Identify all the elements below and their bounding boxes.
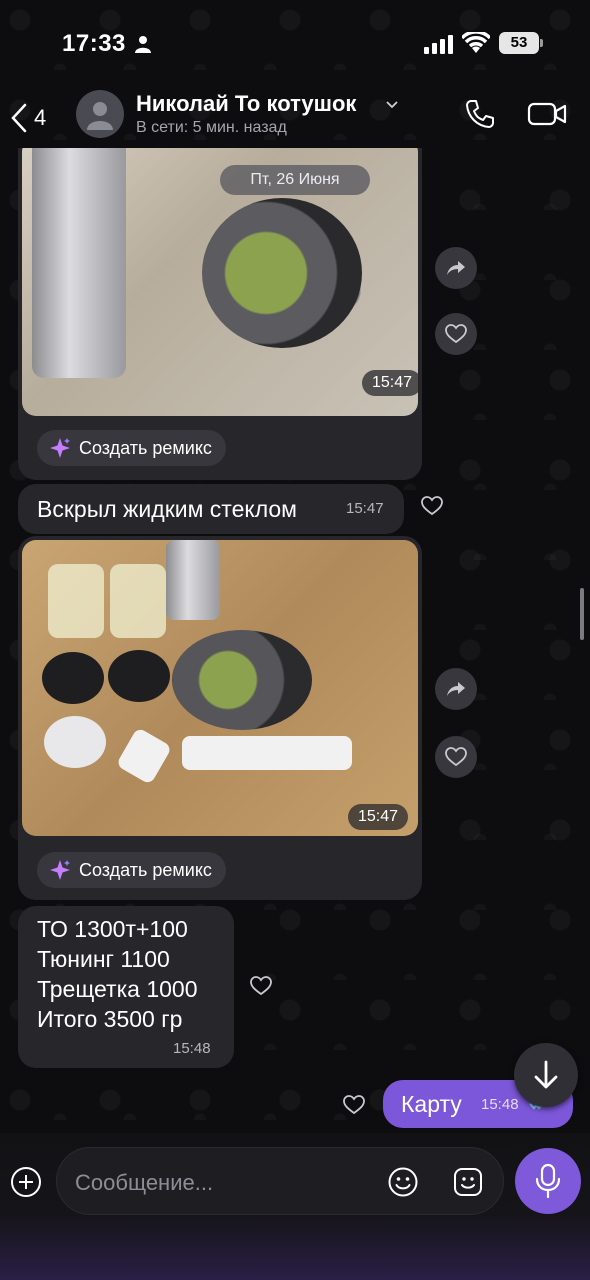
message-text: Вскрыл жидким стеклом — [37, 496, 297, 522]
like-button[interactable] — [334, 1085, 374, 1125]
wifi-icon — [462, 32, 490, 53]
status-bar: 17:33 53 — [0, 0, 590, 88]
contact-presence: В сети: 5 мин. назад — [136, 119, 287, 136]
message-time: 15:47 — [362, 370, 418, 396]
remix-label: Создать ремикс — [79, 437, 212, 458]
oil-bottle-image — [48, 564, 104, 638]
smiley-sticker-button[interactable] — [387, 1166, 419, 1198]
parts-photo[interactable]: 15:47 — [22, 540, 418, 836]
microphone-button[interactable] — [515, 1148, 581, 1214]
like-button[interactable] — [241, 966, 281, 1006]
grease-tube-image — [115, 726, 173, 786]
share-arrow-icon — [447, 682, 465, 696]
status-time: 17:33 — [62, 30, 126, 57]
person-icon — [87, 102, 113, 130]
message-time: 15:48 — [173, 1040, 211, 1057]
phone-call-button[interactable] — [464, 98, 496, 130]
heart-icon — [445, 747, 467, 767]
sparkle-icon — [50, 438, 70, 458]
spray-can-image — [32, 148, 126, 378]
heart-icon — [250, 976, 272, 996]
fishing-reel-image — [202, 198, 362, 348]
like-button[interactable] — [412, 486, 452, 526]
message-time: 15:48 — [481, 1096, 519, 1113]
grease-jar-image — [108, 650, 170, 702]
heart-icon — [343, 1095, 365, 1115]
message-text: Карту — [401, 1091, 462, 1117]
message-input[interactable] — [75, 1170, 375, 1196]
share-arrow-icon — [447, 261, 465, 275]
grease-jar-image — [42, 652, 104, 704]
create-remix-button[interactable]: Создать ремикс — [37, 852, 226, 888]
date-separator: Пт, 26 Июня — [220, 165, 370, 195]
chat-header: 4 Николай То котушок В сети: 5 мин. наза… — [0, 88, 590, 148]
scroll-to-bottom-button[interactable] — [514, 1043, 578, 1107]
forward-button[interactable] — [435, 247, 477, 289]
battery-indicator: 53 — [499, 32, 543, 54]
heart-icon — [445, 324, 467, 344]
text-message[interactable]: ТО 1300т+100 Тюнинг 1100 Трещетка 1000 И… — [18, 906, 234, 1068]
create-remix-button[interactable]: Создать ремикс — [37, 430, 226, 466]
grease-tube-image — [182, 736, 352, 770]
message-field — [56, 1147, 504, 1215]
chevron-down-icon[interactable] — [386, 98, 398, 110]
unread-count: 4 — [34, 105, 47, 130]
microphone-icon — [535, 1163, 561, 1199]
message-composer — [0, 1133, 590, 1280]
message-time: 15:47 — [348, 804, 409, 830]
message-text: ТО 1300т+100 Тюнинг 1100 Трещетка 1000 И… — [37, 916, 198, 1032]
arrow-down-icon — [534, 1060, 558, 1089]
fishing-reel-image — [172, 630, 312, 730]
text-message[interactable]: Вскрыл жидким стеклом 15:47 — [18, 484, 404, 534]
spray-can-image — [166, 540, 220, 620]
video-call-button[interactable] — [527, 98, 567, 130]
cellular-signal-icon — [424, 35, 453, 54]
scroll-indicator[interactable] — [580, 588, 584, 640]
remix-label: Создать ремикс — [79, 859, 212, 880]
heart-icon — [421, 496, 443, 516]
back-button[interactable]: 4 — [10, 98, 60, 138]
like-button[interactable] — [435, 736, 477, 778]
oil-bottle-image — [110, 564, 166, 638]
chat-area[interactable]: 15:47 Пт, 26 Июня Создать ремикс Вскрыл … — [0, 148, 590, 1133]
contact-name[interactable]: Николай То котушок — [136, 91, 356, 117]
chevron-left-icon — [11, 103, 27, 133]
forward-button[interactable] — [435, 668, 477, 710]
gallery-sticker-button[interactable] — [452, 1166, 484, 1198]
message-time: 15:47 — [346, 500, 384, 517]
avatar[interactable] — [76, 90, 124, 138]
grease-jar-image — [44, 716, 106, 768]
sparkle-icon — [50, 860, 70, 880]
attach-plus-button[interactable] — [10, 1166, 42, 1198]
person-icon — [135, 36, 151, 53]
like-button[interactable] — [435, 313, 477, 355]
